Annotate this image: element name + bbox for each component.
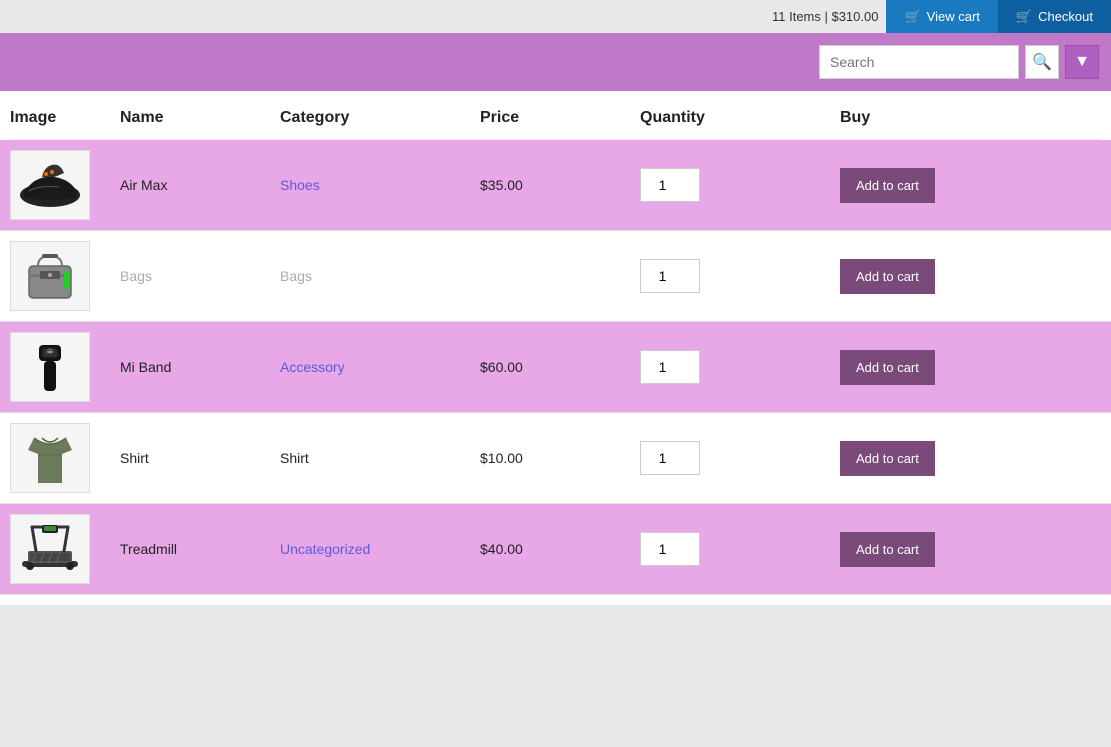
quantity-input[interactable] <box>640 350 700 384</box>
product-buy[interactable]: Add to cart <box>840 168 1000 203</box>
product-name: Bags <box>120 268 280 284</box>
quantity-input[interactable] <box>640 259 700 293</box>
search-button[interactable]: 🔍 <box>1025 45 1059 79</box>
product-price: $40.00 <box>480 541 640 557</box>
table-row: Mi Band Accessory $60.00 Add to cart <box>0 322 1111 413</box>
product-name: Shirt <box>120 450 280 466</box>
bag-svg <box>14 246 86 306</box>
product-buy[interactable]: Add to cart <box>840 441 1000 476</box>
product-name: Treadmill <box>120 541 280 557</box>
product-image-shirt <box>10 423 90 493</box>
product-quantity[interactable] <box>640 532 840 566</box>
cart-info: 11 Items | $310.00 <box>772 9 878 24</box>
product-table: Image Name Category Price Quantity Buy A… <box>0 91 1111 605</box>
product-quantity[interactable] <box>640 259 840 293</box>
cart-icon: 🛒 <box>904 9 920 25</box>
product-category: Bags <box>280 268 480 284</box>
view-cart-button[interactable]: 🛒 View cart <box>886 0 997 33</box>
product-buy[interactable]: Add to cart <box>840 259 1000 294</box>
shirt-svg <box>14 428 86 488</box>
col-category: Category <box>280 109 480 127</box>
col-price: Price <box>480 109 640 127</box>
checkout-icon: 🛒 <box>1016 9 1032 25</box>
product-price: $60.00 <box>480 359 640 375</box>
product-name: Mi Band <box>120 359 280 375</box>
product-quantity[interactable] <box>640 441 840 475</box>
product-quantity[interactable] <box>640 350 840 384</box>
table-row: Shirt Shirt $10.00 Add to cart <box>0 413 1111 504</box>
add-to-cart-button[interactable]: Add to cart <box>840 441 935 476</box>
col-image: Image <box>10 109 120 127</box>
filter-button[interactable]: ▼ <box>1065 45 1099 79</box>
product-buy[interactable]: Add to cart <box>840 532 1000 567</box>
col-name: Name <box>120 109 280 127</box>
header: 🔍 ▼ <box>0 33 1111 91</box>
band-svg <box>14 337 86 397</box>
top-bar: 11 Items | $310.00 🛒 View cart 🛒 Checkou… <box>0 0 1111 33</box>
product-name: Air Max <box>120 177 280 193</box>
col-buy: Buy <box>840 109 1000 127</box>
product-image-treadmill <box>10 514 90 584</box>
product-category[interactable]: Accessory <box>280 359 480 375</box>
add-to-cart-button[interactable]: Add to cart <box>840 259 935 294</box>
add-to-cart-button[interactable]: Add to cart <box>840 168 935 203</box>
product-category[interactable]: Uncategorized <box>280 541 480 557</box>
col-quantity: Quantity <box>640 109 840 127</box>
search-input[interactable] <box>819 45 1019 79</box>
product-image-airmax <box>10 150 90 220</box>
product-image-miband <box>10 332 90 402</box>
chevron-down-icon: ▼ <box>1074 53 1090 71</box>
table-row: Air Max Shoes $35.00 Add to cart <box>0 140 1111 231</box>
quantity-input[interactable] <box>640 168 700 202</box>
quantity-input[interactable] <box>640 532 700 566</box>
product-category[interactable]: Shoes <box>280 177 480 193</box>
add-to-cart-button[interactable]: Add to cart <box>840 532 935 567</box>
table-header: Image Name Category Price Quantity Buy <box>10 91 1101 140</box>
add-to-cart-button[interactable]: Add to cart <box>840 350 935 385</box>
table-row: Treadmill Uncategorized $40.00 Add to ca… <box>0 504 1111 595</box>
quantity-input[interactable] <box>640 441 700 475</box>
product-quantity[interactable] <box>640 168 840 202</box>
search-icon: 🔍 <box>1032 52 1052 72</box>
treadmill-svg <box>14 519 86 579</box>
shoe-svg <box>14 155 86 215</box>
product-category: Shirt <box>280 450 480 466</box>
table-row: Bags Bags Add to cart <box>0 231 1111 322</box>
checkout-button[interactable]: 🛒 Checkout <box>998 0 1111 33</box>
product-buy[interactable]: Add to cart <box>840 350 1000 385</box>
product-image-bags <box>10 241 90 311</box>
product-price: $35.00 <box>480 177 640 193</box>
product-price: $10.00 <box>480 450 640 466</box>
